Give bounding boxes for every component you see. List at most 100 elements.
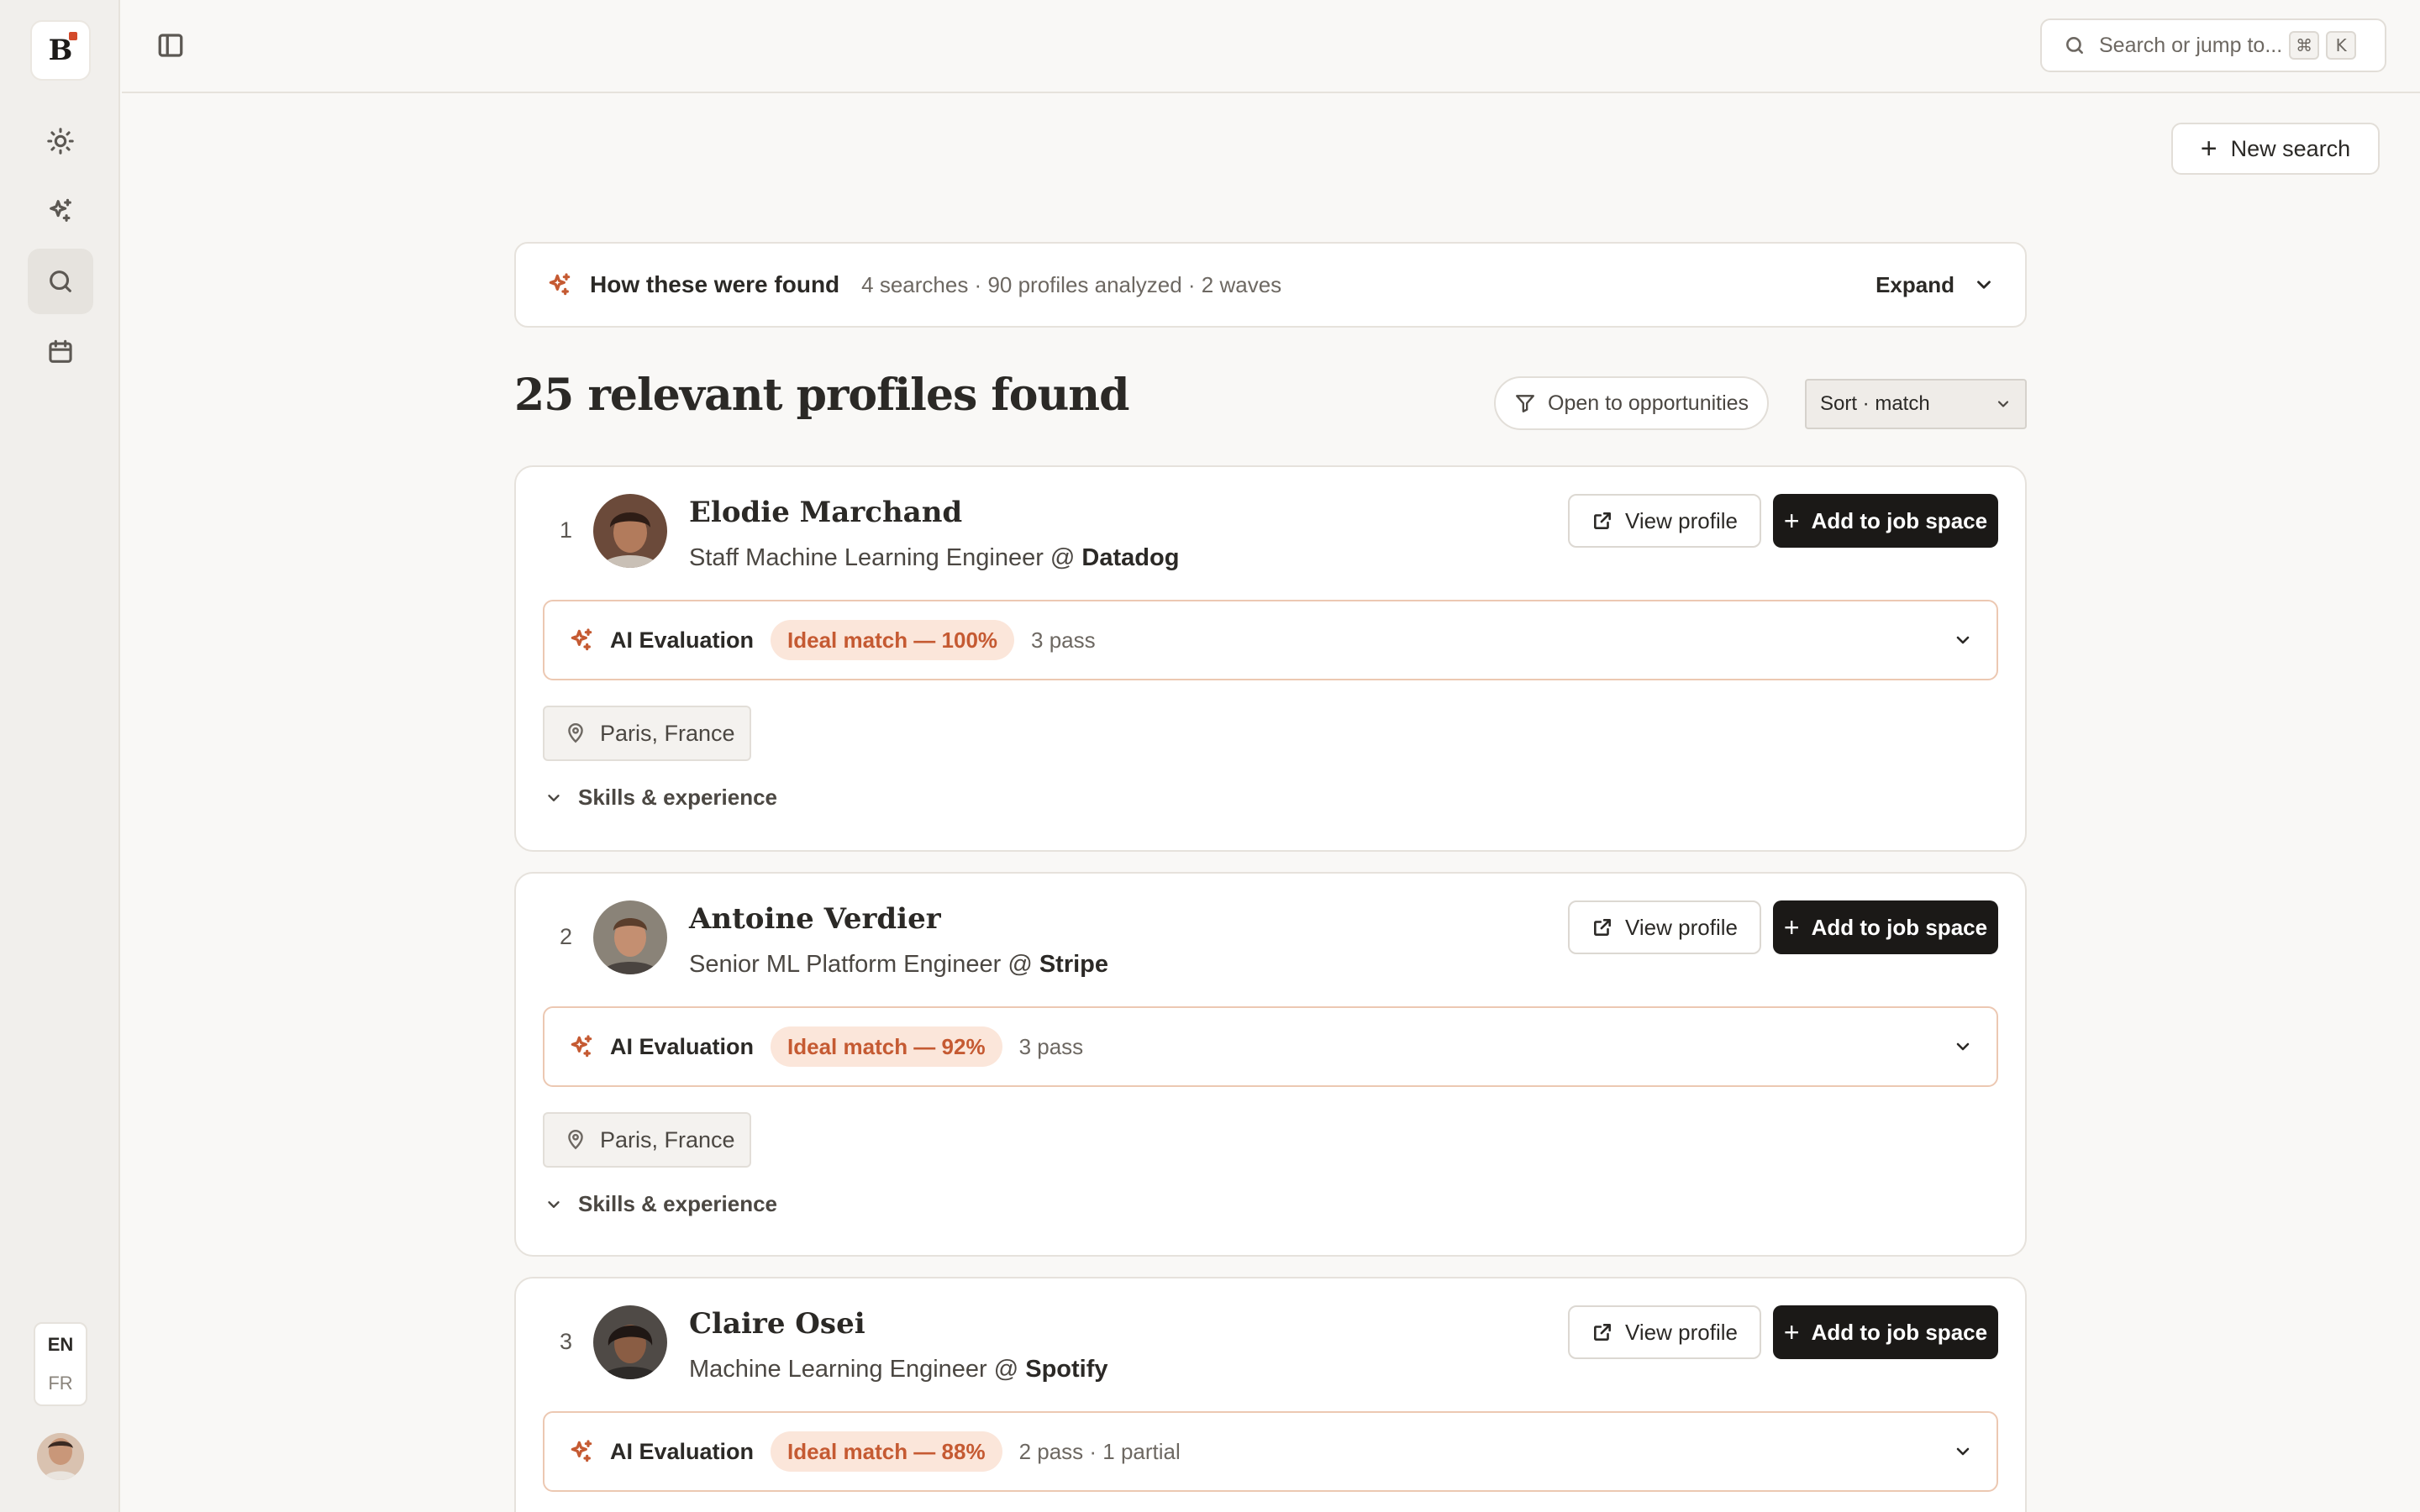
sparkle-icon [546, 271, 573, 298]
chevron-down-icon [1956, 1042, 1970, 1051]
company-name: Spotify [1025, 1356, 1108, 1383]
profile-card: 1 Elodie Marchand Staff Machine Learning… [514, 465, 2027, 852]
match-badge: Ideal match — 88% [771, 1431, 1002, 1472]
profile-avatar [593, 494, 667, 568]
profile-role: Staff Machine Learning Engineer @ Datado… [689, 544, 1179, 572]
role-title: Senior ML Platform Engineer @ [689, 951, 1039, 978]
search-placeholder: Search or jump to... [2099, 33, 2283, 57]
view-profile-label: View profile [1625, 914, 1738, 940]
new-search-label: New search [2230, 135, 2351, 161]
nav-home[interactable] [28, 108, 93, 174]
external-link-icon [1594, 1324, 1611, 1341]
view-profile-label: View profile [1625, 507, 1738, 533]
skills-experience-toggle[interactable]: Skills & experience [544, 785, 777, 811]
app-logo[interactable]: B [30, 20, 91, 81]
summary-title: How these were found [590, 271, 840, 297]
lang-fr[interactable]: FR [48, 1364, 72, 1403]
calendar-icon [49, 339, 72, 363]
external-link-icon [1594, 512, 1611, 529]
nav-search[interactable] [28, 249, 93, 314]
nav-ai[interactable] [28, 178, 93, 244]
location-label: Paris, France [600, 720, 735, 746]
sidebar-toggle-icon [158, 34, 183, 57]
external-link-icon [1594, 919, 1611, 936]
skills-experience-toggle[interactable]: Skills & experience [544, 1191, 777, 1217]
logo-dot [69, 32, 77, 40]
profile-name[interactable]: Claire Osei [689, 1307, 865, 1341]
nav-calendar[interactable] [28, 319, 93, 385]
shortcut-k-key: K [2326, 31, 2357, 60]
role-title: Machine Learning Engineer @ [689, 1356, 1026, 1383]
pass-count: 2 pass · 1 partial [1018, 1438, 1181, 1464]
match-badge: Ideal match — 100% [771, 620, 1015, 660]
results-header: 25 relevant profiles found [514, 328, 2027, 467]
new-search-button[interactable]: + New search [2171, 123, 2380, 175]
add-to-job-space-button[interactable]: + Add to job space [1773, 494, 1998, 548]
view-profile-button[interactable]: View profile [1568, 900, 1761, 954]
topbar: Search or jump to... ⌘ K [122, 0, 2420, 93]
search-summary: How these were found 4 searches · 90 pro… [514, 242, 2027, 328]
plus-icon: + [1783, 1317, 1800, 1347]
map-pin-icon [568, 723, 583, 743]
location-chip: Paris, France [543, 706, 751, 761]
location-chip: Paris, France [543, 1112, 751, 1168]
company-name: Stripe [1039, 951, 1109, 978]
chevron-down-icon [1997, 401, 2009, 407]
search-icon [50, 270, 71, 292]
language-switcher: EN FR [34, 1322, 87, 1406]
profile-card: 2 Antoine Verdier Senior ML Platform Eng… [514, 872, 2027, 1257]
sidebar: B EN FR [0, 0, 120, 1512]
profile-avatar [593, 1305, 667, 1379]
expand-label: Expand [1876, 271, 1954, 297]
skills-label: Skills & experience [578, 785, 778, 810]
view-profile-button[interactable]: View profile [1568, 1305, 1761, 1359]
chevron-down-icon [548, 794, 560, 801]
user-avatar-image [37, 1433, 84, 1480]
view-profile-button[interactable]: View profile [1568, 494, 1761, 548]
ai-evaluation-label: AI Evaluation [610, 1438, 755, 1464]
skills-label: Skills & experience [578, 1191, 778, 1216]
sort-label: Sort · match [1820, 392, 1930, 415]
profile-role: Senior ML Platform Engineer @ Stripe [689, 951, 1108, 979]
chevron-down-icon [1956, 1447, 1970, 1456]
results-heading: 25 relevant profiles found [514, 370, 1129, 421]
summary-meta: 4 searches · 90 profiles analyzed · 2 wa… [861, 271, 1282, 297]
profile-name[interactable]: Antoine Verdier [689, 902, 941, 936]
profile-avatar [593, 900, 667, 974]
ai-evaluation-panel[interactable]: AI Evaluation Ideal match — 92% 3 pass [543, 1006, 1998, 1087]
add-to-job-space-label: Add to job space [1811, 507, 1988, 533]
location-label: Paris, France [600, 1126, 735, 1152]
user-avatar[interactable] [37, 1433, 84, 1480]
add-to-job-space-button[interactable]: + Add to job space [1773, 1305, 1998, 1359]
profile-card: 3 Claire Osei Machine Learning Engineer … [514, 1277, 2027, 1512]
sidebar-toggle-button[interactable] [155, 30, 189, 64]
lang-en[interactable]: EN [48, 1326, 74, 1364]
add-to-job-space-label: Add to job space [1811, 1319, 1988, 1345]
chevron-down-icon [1977, 281, 1991, 289]
add-to-job-space-button[interactable]: + Add to job space [1773, 900, 1998, 954]
sparkle-icon [568, 1438, 595, 1465]
results-main: How these were found 4 searches · 90 pro… [514, 242, 2027, 467]
sun-icon [47, 128, 74, 155]
match-badge: Ideal match — 92% [771, 1026, 1002, 1067]
chevron-down-icon [548, 1200, 560, 1208]
filter-label: Open to opportunities [1548, 391, 1749, 415]
add-to-job-space-label: Add to job space [1811, 914, 1988, 940]
plus-icon: + [1783, 506, 1800, 536]
search-icon [2066, 37, 2083, 54]
role-title: Staff Machine Learning Engineer @ [689, 544, 1082, 571]
profile-rank: 2 [560, 924, 573, 949]
sort-select[interactable]: Sort · match [1805, 379, 2027, 429]
profile-name[interactable]: Elodie Marchand [689, 496, 962, 529]
open-to-opportunities-filter[interactable]: Open to opportunities [1494, 376, 1770, 430]
chevron-down-icon [1956, 636, 1970, 644]
search-input[interactable]: Search or jump to... ⌘ K [2040, 18, 2386, 72]
ai-evaluation-panel[interactable]: AI Evaluation Ideal match — 88% 2 pass ·… [543, 1411, 1998, 1492]
ai-evaluation-panel[interactable]: AI Evaluation Ideal match — 100% 3 pass [543, 600, 1998, 680]
sparkle-icon [568, 1033, 595, 1060]
plus-icon: + [2200, 133, 2217, 165]
sparkle-icon [50, 198, 71, 222]
profile-role: Machine Learning Engineer @ Spotify [689, 1356, 1108, 1383]
expand-button[interactable]: Expand [1876, 272, 1995, 298]
pass-count: 3 pass [1018, 1033, 1084, 1059]
